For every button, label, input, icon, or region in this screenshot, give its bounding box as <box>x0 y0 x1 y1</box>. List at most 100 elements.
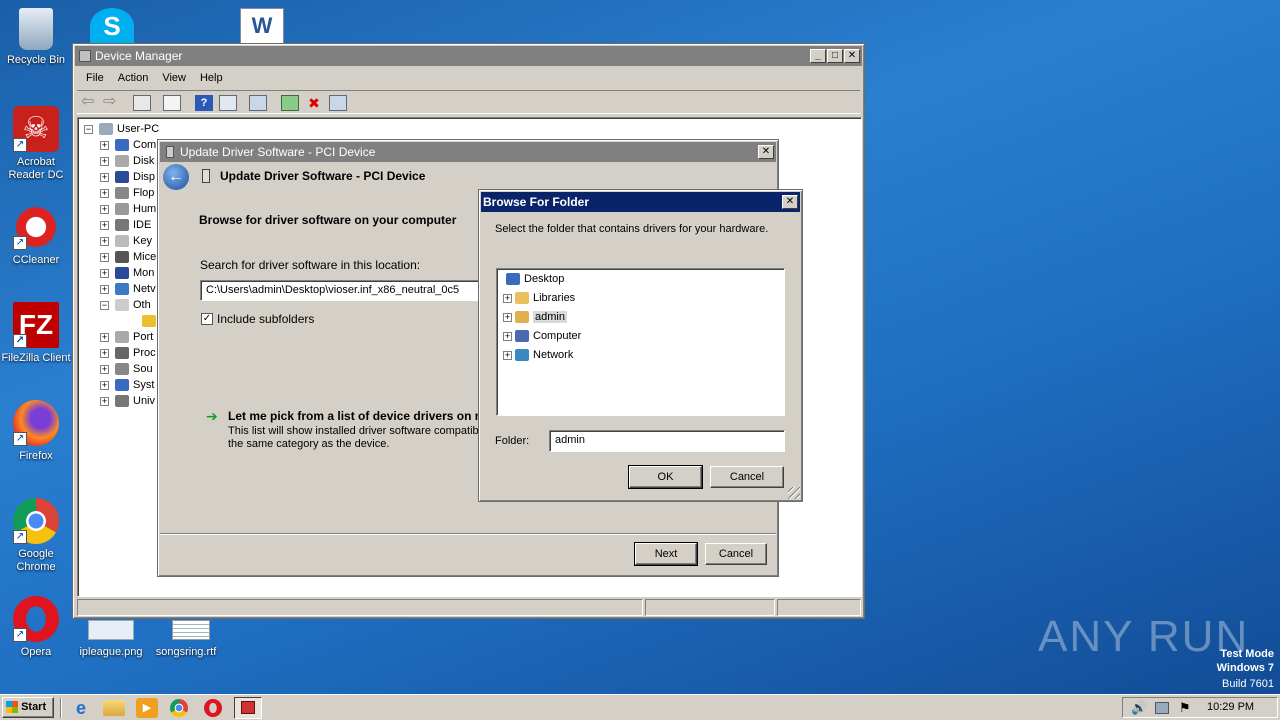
expand-icon[interactable]: + <box>100 332 109 342</box>
tree-node[interactable]: + Hum <box>100 201 156 217</box>
chrome-icon[interactable] <box>170 699 188 717</box>
tree-node[interactable]: + Univ <box>100 393 155 409</box>
uninstall-icon[interactable]: ✖ <box>305 95 323 111</box>
expand-icon[interactable]: + <box>100 268 109 278</box>
expand-icon[interactable]: + <box>100 364 109 374</box>
scan-hardware-icon[interactable] <box>249 95 267 111</box>
help-icon[interactable]: ? <box>195 95 213 111</box>
folder-tree-item-desktop[interactable]: Desktop <box>506 271 564 287</box>
file-icon[interactable] <box>88 620 134 640</box>
collapse-icon[interactable]: − <box>100 300 109 310</box>
expand-icon[interactable]: + <box>100 396 109 406</box>
resize-grip[interactable] <box>788 487 800 499</box>
expand-icon[interactable]: + <box>100 236 109 246</box>
desktop-icon-ccleaner[interactable]: ↗ CCleaner <box>1 204 71 267</box>
expand-icon[interactable]: + <box>100 204 109 214</box>
browse-folder-titlebar[interactable]: Browse For Folder ✕ <box>481 192 800 212</box>
pick-from-list-link[interactable]: Let me pick from a list of device driver… <box>228 409 485 423</box>
clock[interactable]: 10:29 PM <box>1207 701 1254 713</box>
tree-node[interactable]: + Syst <box>100 377 154 393</box>
expand-icon[interactable]: + <box>503 331 512 341</box>
desktop-icon-chrome[interactable]: ↗ Google Chrome <box>1 498 71 574</box>
desktop-icon-recycle-bin[interactable]: Recycle Bin <box>1 8 71 67</box>
desktop-icon-filezilla[interactable]: FZ ↗ FileZilla Client <box>1 302 71 365</box>
view-icon[interactable] <box>219 95 237 111</box>
tree-root[interactable]: − User-PC <box>84 121 159 137</box>
expand-icon[interactable]: + <box>100 156 109 166</box>
tree-node[interactable]: + Disp <box>100 169 155 185</box>
collapse-icon[interactable]: − <box>84 124 93 134</box>
tree-node[interactable]: + Sou <box>100 361 153 377</box>
explorer-icon[interactable] <box>103 700 125 716</box>
include-subfolders-label[interactable]: Include subfolders <box>217 312 314 326</box>
desktop-icon-opera[interactable]: ↗ Opera <box>1 596 71 659</box>
expand-icon[interactable]: + <box>100 252 109 262</box>
tree-node[interactable]: + Proc <box>100 345 156 361</box>
ie-icon[interactable]: e <box>70 698 92 718</box>
expand-icon[interactable]: + <box>100 380 109 390</box>
tree-node[interactable]: + Mice <box>100 249 156 265</box>
folder-tree-item-admin[interactable]: + admin <box>503 309 567 325</box>
expand-icon[interactable]: + <box>503 350 512 360</box>
folder-tree-item-libraries[interactable]: + Libraries <box>503 290 575 306</box>
rtf-file-icon[interactable] <box>172 620 210 640</box>
properties-icon[interactable] <box>163 95 181 111</box>
tree-node[interactable]: + Flop <box>100 185 154 201</box>
menu-file[interactable]: File <box>79 69 111 87</box>
close-button[interactable]: ✕ <box>782 195 798 209</box>
word-document-icon[interactable]: W <box>240 8 284 44</box>
ok-button[interactable]: OK <box>628 465 703 489</box>
tree-node[interactable]: + Disk <box>100 153 154 169</box>
cancel-button[interactable]: Cancel <box>705 543 767 565</box>
show-hide-console-icon[interactable] <box>133 95 151 111</box>
tree-node[interactable]: − Oth <box>100 297 151 313</box>
menu-view[interactable]: View <box>155 69 193 87</box>
driver-path-input[interactable]: C:\Users\admin\Desktop\vioser.inf_x86_ne… <box>200 280 500 301</box>
folder-tree[interactable]: Desktop + Libraries + admin + Computer + Network <box>496 268 785 416</box>
include-subfolders-checkbox[interactable]: ✓ <box>201 313 213 325</box>
forward-icon[interactable]: ⇨ <box>103 94 121 111</box>
flag-icon[interactable]: ⚑ <box>1179 700 1191 716</box>
desktop-icon-acrobat[interactable]: ☠ ↗ Acrobat Reader DC <box>1 106 71 182</box>
tree-node[interactable]: + IDE <box>100 217 151 233</box>
expand-icon[interactable]: + <box>100 348 109 358</box>
menu-action[interactable]: Action <box>111 69 156 87</box>
update-driver-titlebar[interactable]: Update Driver Software - PCI Device ✕ <box>160 142 776 162</box>
expand-icon[interactable]: + <box>100 284 109 294</box>
expand-icon[interactable]: + <box>100 140 109 150</box>
menu-help[interactable]: Help <box>193 69 230 87</box>
maximize-button[interactable]: □ <box>827 49 843 63</box>
folder-tree-item-computer[interactable]: + Computer <box>503 328 581 344</box>
back-icon[interactable]: ⇦ <box>81 94 99 111</box>
tree-node[interactable]: + Mon <box>100 265 154 281</box>
desktop-file-ipleague[interactable]: ipleague.png <box>76 646 146 659</box>
desktop-icon-firefox[interactable]: ↗ Firefox <box>1 400 71 463</box>
tree-node[interactable]: + Key <box>100 233 152 249</box>
close-button[interactable]: ✕ <box>844 49 860 63</box>
expand-icon[interactable]: + <box>503 293 512 303</box>
expand-icon[interactable]: + <box>100 172 109 182</box>
folder-input[interactable]: admin <box>549 430 785 452</box>
tree-node[interactable]: + Com <box>100 137 156 153</box>
expand-icon[interactable]: + <box>100 220 109 230</box>
folder-tree-item-network[interactable]: + Network <box>503 347 573 363</box>
expand-icon[interactable]: + <box>503 312 512 322</box>
minimize-button[interactable]: _ <box>810 49 826 63</box>
tree-node[interactable]: + Port <box>100 329 153 345</box>
skype-icon[interactable]: S <box>90 8 134 44</box>
opera-icon[interactable] <box>204 699 222 717</box>
close-button[interactable]: ✕ <box>758 145 774 159</box>
tree-node[interactable]: + Netv <box>100 281 156 297</box>
network-icon[interactable] <box>1155 702 1169 714</box>
device-manager-taskbar-button[interactable] <box>234 697 262 719</box>
desktop-file-songsring[interactable]: songsring.rtf <box>150 646 222 659</box>
expand-icon[interactable]: + <box>100 188 109 198</box>
volume-icon[interactable]: 🔊 <box>1131 700 1147 716</box>
disable-icon[interactable] <box>329 95 347 111</box>
back-button[interactable]: ← <box>163 164 189 190</box>
device-manager-titlebar[interactable]: Device Manager _ □ ✕ <box>75 46 862 66</box>
cancel-button[interactable]: Cancel <box>710 466 784 488</box>
media-player-icon[interactable]: ▶ <box>136 698 158 718</box>
start-button[interactable]: Start <box>2 697 54 718</box>
next-button[interactable]: Next <box>634 542 698 566</box>
